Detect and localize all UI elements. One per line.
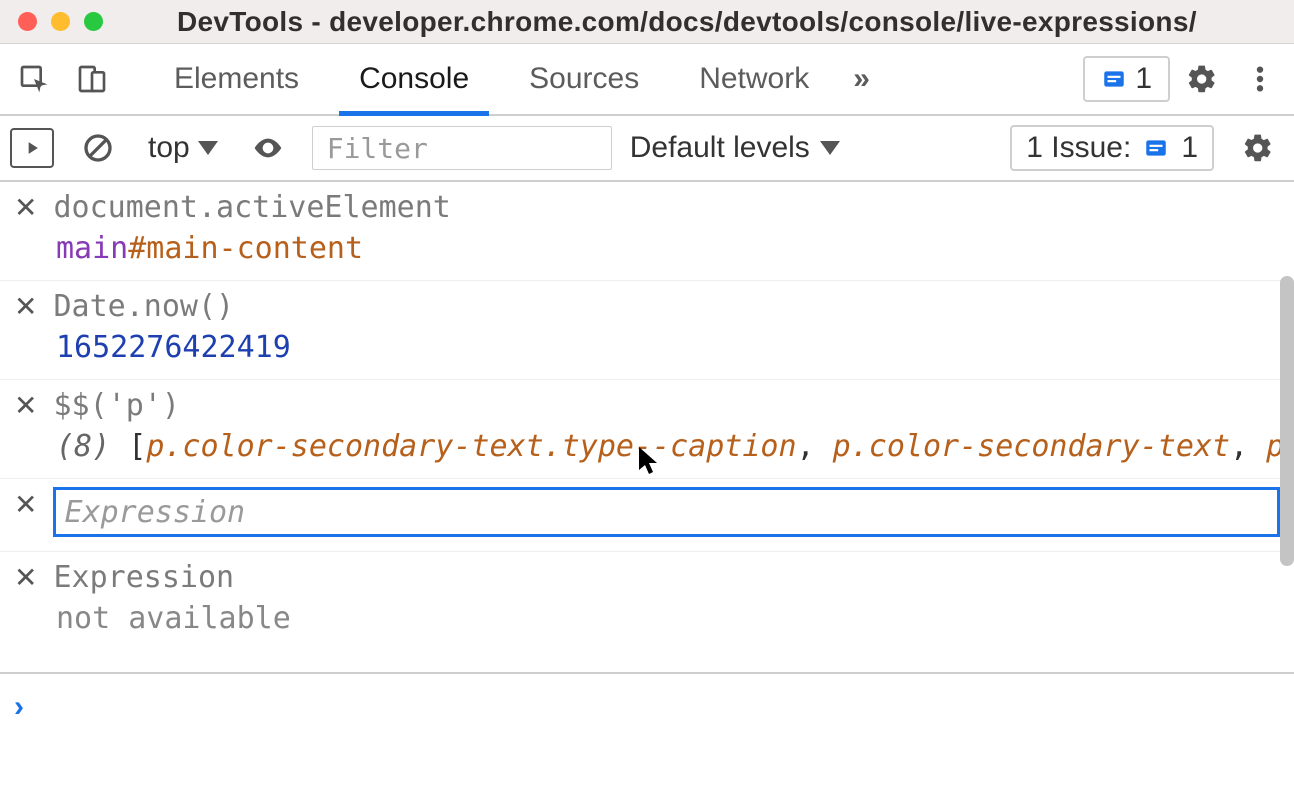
panel-tabs: Elements Console Sources Network » xyxy=(144,44,884,114)
expression-text[interactable]: Expression xyxy=(53,560,234,595)
close-icon[interactable]: ✕ xyxy=(14,491,37,519)
expression-text[interactable]: Date.now() xyxy=(53,289,234,324)
array-item: p.color-secondary-text.type--caption xyxy=(146,429,796,464)
context-label: top xyxy=(148,131,190,165)
live-expression: ✕ document.activeElement main#main-conte… xyxy=(0,182,1294,281)
device-toggle-icon[interactable] xyxy=(66,53,118,105)
array-item: p.color-secondary-text xyxy=(833,429,1230,464)
live-expression: ✕ xyxy=(0,479,1294,552)
live-expression: ✕ Expression not available xyxy=(0,552,1294,650)
console-toolbar: top Default levels 1 Issue: 1 xyxy=(0,116,1294,182)
play-icon[interactable] xyxy=(10,128,54,168)
window-minimize-button[interactable] xyxy=(51,12,70,31)
issues-counter[interactable]: 1 xyxy=(1083,56,1170,102)
expression-input[interactable] xyxy=(53,487,1280,537)
console-prompt[interactable]: › xyxy=(0,672,1294,780)
gear-icon[interactable] xyxy=(1232,122,1284,174)
result-token: 1652276422419 xyxy=(56,330,291,365)
expression-result: not available xyxy=(56,601,1280,636)
live-expression: ✕ $$('p') (8) [p.color-secondary-text.ty… xyxy=(0,380,1294,479)
expression-result[interactable]: main#main-content xyxy=(56,231,1280,266)
chevron-down-icon xyxy=(198,141,218,155)
inspect-icon[interactable] xyxy=(8,53,60,105)
result-token: main xyxy=(56,231,128,266)
array-length: (8) xyxy=(56,429,110,464)
issues-count-text: 1 xyxy=(1135,62,1152,96)
close-icon[interactable]: ✕ xyxy=(14,293,37,321)
result-token: #main-content xyxy=(128,231,363,266)
close-icon[interactable]: ✕ xyxy=(14,564,37,592)
issues-link[interactable]: 1 Issue: 1 xyxy=(1010,125,1214,171)
window-title: DevTools - developer.chrome.com/docs/dev… xyxy=(177,6,1276,38)
tab-console[interactable]: Console xyxy=(329,44,499,114)
tab-network[interactable]: Network xyxy=(669,44,839,114)
main-tabstrip: Elements Console Sources Network » 1 xyxy=(0,44,1294,116)
tabs-overflow-button[interactable]: » xyxy=(839,44,884,114)
clear-icon[interactable] xyxy=(72,122,124,174)
tab-elements[interactable]: Elements xyxy=(144,44,329,114)
expression-result[interactable]: (8) [p.color-secondary-text.type--captio… xyxy=(56,429,1280,464)
close-icon[interactable]: ✕ xyxy=(14,392,37,420)
expression-result[interactable]: 1652276422419 xyxy=(56,330,1280,365)
eye-icon[interactable] xyxy=(242,122,294,174)
live-expressions-area: ✕ document.activeElement main#main-conte… xyxy=(0,182,1294,672)
expression-text[interactable]: $$('p') xyxy=(53,388,179,423)
window-zoom-button[interactable] xyxy=(84,12,103,31)
expression-text[interactable]: document.activeElement xyxy=(53,190,450,225)
log-levels-selector[interactable]: Default levels xyxy=(630,131,840,165)
issue-chip-icon xyxy=(1143,135,1169,161)
tab-sources[interactable]: Sources xyxy=(499,44,669,114)
close-icon[interactable]: ✕ xyxy=(14,194,37,222)
array-item: p xyxy=(1266,429,1280,464)
issues-link-count: 1 xyxy=(1181,131,1198,165)
log-levels-label: Default levels xyxy=(630,131,810,165)
kebab-icon[interactable] xyxy=(1234,53,1286,105)
live-expression: ✕ Date.now() 1652276422419 xyxy=(0,281,1294,380)
filter-input[interactable] xyxy=(312,126,612,170)
context-selector[interactable]: top xyxy=(142,129,224,167)
issue-chip-icon xyxy=(1101,66,1127,92)
window-close-button[interactable] xyxy=(18,12,37,31)
chevron-down-icon xyxy=(820,141,840,155)
window-titlebar: DevTools - developer.chrome.com/docs/dev… xyxy=(0,0,1294,44)
prompt-caret-icon: › xyxy=(14,690,24,724)
gear-icon[interactable] xyxy=(1176,53,1228,105)
traffic-lights xyxy=(18,12,103,31)
issues-link-label: 1 Issue: xyxy=(1026,131,1131,165)
